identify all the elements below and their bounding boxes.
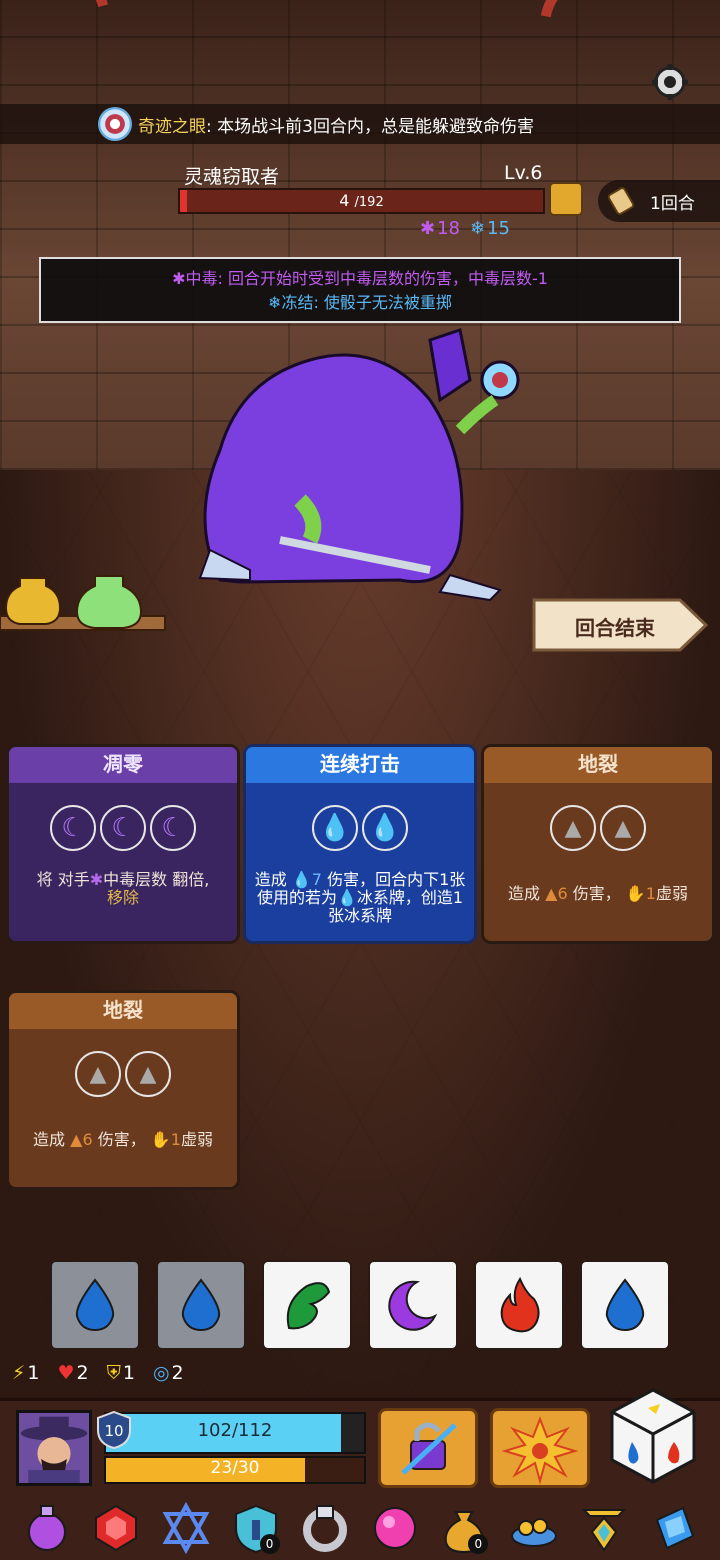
player-level: 10 xyxy=(104,1422,123,1440)
intent-icon[interactable] xyxy=(549,182,583,216)
die-water[interactable] xyxy=(580,1260,670,1350)
freeze-count: 15 xyxy=(487,218,510,239)
tooltip-freeze-line: ❄冻结: 使骰子无法被重掷 xyxy=(268,293,452,312)
enemy-status-effects: ✱ 18 ❄ 15 xyxy=(420,218,510,239)
moon-slot-icon: ☾ xyxy=(150,805,196,851)
artifact-name: 奇迹之眼 xyxy=(138,116,206,137)
shield-stat[interactable]: ⛨ 1 xyxy=(107,1362,135,1384)
player-avatar[interactable] xyxy=(16,1410,92,1486)
card-title: 连续打击 xyxy=(246,747,474,783)
relic-bar: 0 0 xyxy=(0,1496,720,1560)
weak-icon: ✋ xyxy=(150,1130,171,1149)
card-earth-split[interactable]: 地裂 ▲ ▲ 造成 ▲6 伤害， ✋1虚弱 xyxy=(481,744,715,944)
potion-shelf[interactable] xyxy=(0,568,170,658)
card-description: 造成 ▲6 伤害， ✋1虚弱 xyxy=(508,884,688,903)
round-counter: 1回合 xyxy=(598,180,720,222)
moon-slot-icon: ☾ xyxy=(50,805,96,851)
reroll-die-button[interactable] xyxy=(608,1386,698,1486)
enemy-hp-max: /192 xyxy=(354,195,384,210)
silver-ring-icon[interactable] xyxy=(299,1502,351,1554)
enemy-soul-thief[interactable] xyxy=(180,320,520,610)
rock-icon: ▲ xyxy=(70,1130,83,1149)
gear-icon[interactable] xyxy=(650,62,690,102)
snowflake-icon: ❄ xyxy=(470,218,486,239)
rock-slot-icon: ▲ xyxy=(550,805,596,851)
player-stats: ⚡ 1 ♥ 2 ⛨ 1 ◎ 2 xyxy=(12,1362,184,1384)
level-shield-icon: 10 xyxy=(97,1410,131,1450)
card-dice-slots: ☾ ☾ ☾ xyxy=(9,805,237,851)
energy-stat[interactable]: ⚡ 1 xyxy=(12,1362,39,1384)
dice-plate-icon[interactable] xyxy=(508,1502,560,1554)
poison-icon: ✱ xyxy=(172,269,186,288)
heart-shield-icon: ♥ xyxy=(57,1362,75,1384)
freeze-status[interactable]: ❄ 15 xyxy=(470,218,510,239)
rock-slot-icon: ▲ xyxy=(125,1051,171,1097)
card-title: 地裂 xyxy=(484,747,712,783)
enemy-hp-text: 4 /192 xyxy=(180,190,543,214)
golden-pendant-icon[interactable] xyxy=(578,1502,630,1554)
card-wither[interactable]: 凋零 ☾ ☾ ☾ 将 对手✱中毒层数 翻倍, 移除 xyxy=(6,744,240,944)
water-slot-icon: 💧 xyxy=(312,805,358,851)
enemy-hp-current: 4 xyxy=(339,191,350,210)
blue-crystal-icon[interactable] xyxy=(647,1502,699,1554)
moon-slot-icon: ☾ xyxy=(100,805,146,851)
player-hp-text: 102/112 xyxy=(197,1420,273,1441)
relic-count: 0 xyxy=(259,1534,280,1554)
reroll-stat[interactable]: ◎ 2 xyxy=(153,1362,184,1384)
reroll-icon: ◎ xyxy=(152,1362,170,1384)
poison-icon: ✱ xyxy=(420,218,436,239)
player-xp-text: 23/30 xyxy=(210,1458,260,1478)
die-water[interactable] xyxy=(156,1260,246,1350)
die-wind[interactable] xyxy=(262,1260,352,1350)
status-tooltip: ✱中毒: 回合开始时受到中毒层数的伤害，中毒层数-1 ❄冻结: 使骰子无法被重掷 xyxy=(39,257,681,323)
card-description: 造成 💧7 伤害，回合内下1张使用的若为💧冰系牌，创造1张冰系牌 xyxy=(254,870,466,925)
enemy-name: 灵魂窃取者 xyxy=(184,166,280,188)
pink-orb-icon[interactable] xyxy=(369,1502,421,1554)
eye-artifact-icon[interactable] xyxy=(98,107,132,141)
shield-icon: ⛨ xyxy=(106,1362,121,1384)
hexagram-icon[interactable] xyxy=(160,1501,212,1555)
ruby-gem-icon[interactable] xyxy=(90,1502,142,1554)
card-combo-strike[interactable]: 连续打击 💧 💧 造成 💧7 伤害，回合内下1张使用的若为💧冰系牌，创造1张冰系… xyxy=(243,744,477,944)
water-icon: 💧 xyxy=(291,870,312,889)
end-turn-label[interactable]: 回合结束 xyxy=(530,612,700,641)
skill-lock-swap-button[interactable] xyxy=(378,1408,478,1488)
water-icon: 💧 xyxy=(336,888,357,907)
die-water[interactable] xyxy=(50,1260,140,1350)
rock-slot-icon: ▲ xyxy=(75,1051,121,1097)
card-dice-slots: ▲ ▲ xyxy=(9,1051,237,1097)
lightning-icon: ⚡ xyxy=(12,1362,26,1384)
heart-armor-stat[interactable]: ♥ 2 xyxy=(57,1362,88,1384)
tooltip-poison-line: ✱中毒: 回合开始时受到中毒层数的伤害，中毒层数-1 xyxy=(172,269,548,288)
snowflake-icon: ❄ xyxy=(268,293,282,312)
money-bag-icon[interactable]: 0 xyxy=(438,1502,490,1554)
dice-pool xyxy=(50,1260,670,1350)
die-moon[interactable] xyxy=(368,1260,458,1350)
round-text: 1回合 xyxy=(650,193,695,214)
rock-slot-icon: ▲ xyxy=(600,805,646,851)
artifact-description: : 本场战斗前3回合内，总是能躲避致命伤害 xyxy=(206,116,534,137)
poison-status[interactable]: ✱ 18 xyxy=(420,218,460,239)
card-description: 造成 ▲6 伤害， ✋1虚弱 xyxy=(33,1130,213,1149)
weak-icon: ✋ xyxy=(625,884,646,903)
card-title: 地裂 xyxy=(9,993,237,1029)
skill-explosion-button[interactable] xyxy=(490,1408,590,1488)
card-dice-slots: ▲ ▲ xyxy=(484,805,712,851)
poison-count: 18 xyxy=(437,218,460,239)
rock-icon: ▲ xyxy=(545,884,558,903)
card-dice-slots: 💧 💧 xyxy=(246,805,474,851)
card-description: 将 对手✱中毒层数 翻倍, 移除 xyxy=(36,870,210,907)
shield-amulet-icon[interactable]: 0 xyxy=(230,1502,282,1554)
explosion-icon xyxy=(501,1416,579,1485)
enemy-hp-bar: 4 /192 xyxy=(178,188,545,214)
poison-icon: ✱ xyxy=(89,870,104,889)
enemy-level: Lv.6 xyxy=(504,162,543,184)
scroll-icon xyxy=(607,187,635,215)
potion-flask-icon[interactable] xyxy=(21,1502,73,1554)
card-title: 凋零 xyxy=(9,747,237,783)
card-earth-split[interactable]: 地裂 ▲ ▲ 造成 ▲6 伤害， ✋1虚弱 xyxy=(6,990,240,1190)
water-slot-icon: 💧 xyxy=(362,805,408,851)
die-fire[interactable] xyxy=(474,1260,564,1350)
lock-swap-icon xyxy=(401,1422,457,1475)
